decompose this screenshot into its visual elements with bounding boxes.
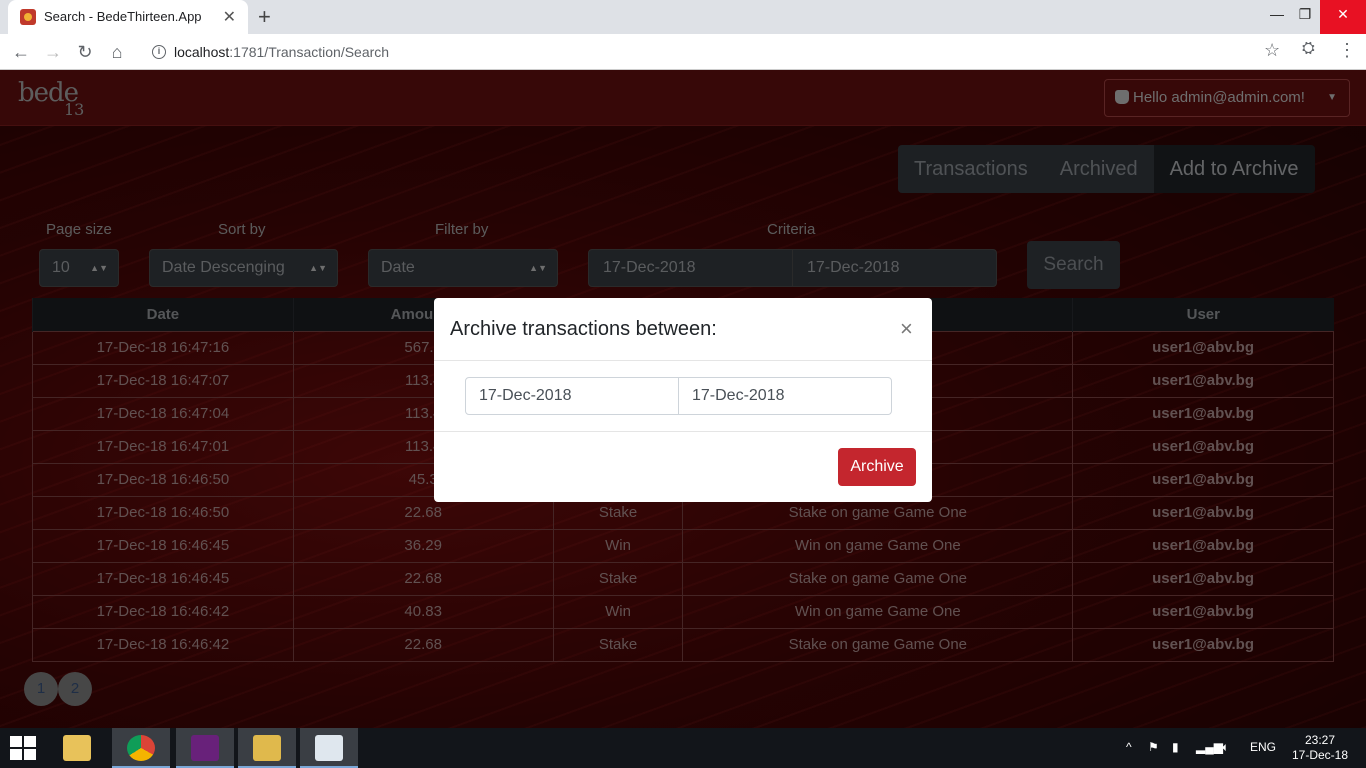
clock-date: 17-Dec-18 xyxy=(1291,748,1349,762)
back-icon[interactable]: ← xyxy=(8,39,34,65)
archive-button[interactable]: Archive xyxy=(838,448,916,486)
modal-divider xyxy=(434,431,932,432)
tab-close-icon[interactable]: ✕ xyxy=(223,7,236,27)
archive-from-input[interactable]: 17-Dec-2018 xyxy=(465,377,679,415)
url-text[interactable]: localhost:1781/Transaction/Search xyxy=(174,44,389,60)
browser-tab-strip: Search - BedeThirteen.App ✕ + — ❐ ✕ xyxy=(0,0,1366,34)
maximize-icon[interactable]: ❐ xyxy=(1290,0,1320,34)
site-info-icon[interactable]: i xyxy=(152,45,166,59)
new-tab-button[interactable]: + xyxy=(258,4,271,30)
minimize-icon[interactable]: — xyxy=(1262,0,1292,34)
clock-time: 23:27 xyxy=(1304,733,1336,747)
file-explorer-taskbar-icon[interactable] xyxy=(48,728,106,768)
archive-modal: Archive transactions between: × 17-Dec-2… xyxy=(434,298,932,502)
language-indicator[interactable]: ENG xyxy=(1250,740,1276,754)
favicon-icon xyxy=(20,9,36,25)
database-tool-taskbar-icon[interactable] xyxy=(238,728,296,768)
modal-divider xyxy=(434,360,932,361)
bookmark-star-icon[interactable]: ☆ xyxy=(1264,40,1280,61)
archive-to-input[interactable]: 17-Dec-2018 xyxy=(678,377,892,415)
address-bar[interactable]: i localhost:1781/Transaction/Search xyxy=(140,38,1290,66)
flag-icon[interactable]: ⚑ xyxy=(1148,740,1159,754)
reload-icon[interactable]: ↻ xyxy=(72,39,98,65)
tray-expand-icon[interactable]: ^ xyxy=(1126,740,1132,754)
extension-icon[interactable]: ⛭ xyxy=(1302,40,1315,58)
battery-icon[interactable]: ▮ xyxy=(1172,740,1179,754)
network-icon[interactable]: ▂▄▆ xyxy=(1196,740,1223,754)
url-path: :1781/Transaction/Search xyxy=(229,44,390,60)
document-app-icon xyxy=(315,735,343,761)
tab-title: Search - BedeThirteen.App xyxy=(44,9,202,24)
chrome-icon xyxy=(127,735,155,761)
browser-menu-icon[interactable]: ⋮ xyxy=(1338,40,1356,61)
modal-close-icon[interactable]: × xyxy=(900,316,913,342)
browser-tab[interactable]: Search - BedeThirteen.App ✕ xyxy=(8,0,248,34)
visual-studio-taskbar-icon[interactable] xyxy=(176,728,234,768)
browser-toolbar: ← → ↻ ⌂ i localhost:1781/Transaction/Sea… xyxy=(0,34,1366,70)
forward-icon[interactable]: → xyxy=(40,39,66,65)
database-icon xyxy=(253,735,281,761)
home-icon[interactable]: ⌂ xyxy=(104,39,130,65)
system-clock[interactable]: 23:27 17-Dec-18 xyxy=(1290,733,1350,763)
windows-taskbar: ^ ⚑ ▮ ▂▄▆ 🔈︎ ENG 23:27 17-Dec-18 xyxy=(0,728,1366,768)
modal-title: Archive transactions between: xyxy=(450,318,717,340)
notepad-app-taskbar-icon[interactable] xyxy=(300,728,358,768)
page: bede 13 Hello admin@admin.com! ▼ Transac… xyxy=(0,70,1366,728)
chrome-taskbar-icon[interactable] xyxy=(112,728,170,768)
windows-start-icon[interactable] xyxy=(10,736,38,760)
url-host: localhost xyxy=(174,44,230,60)
volume-icon[interactable]: 🔈︎ xyxy=(1222,740,1229,755)
window-close-icon[interactable]: ✕ xyxy=(1320,0,1366,34)
visual-studio-icon xyxy=(191,735,219,761)
folder-icon xyxy=(63,735,91,761)
